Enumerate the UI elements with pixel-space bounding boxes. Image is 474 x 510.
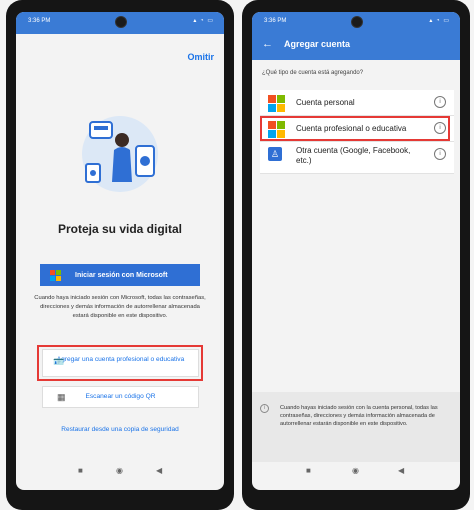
info-footer: i Cuando hayas iniciado sesión con la cu… (252, 392, 460, 462)
status-time: 3:36 PM (28, 18, 51, 24)
nav-bar: ■ ◉ ◀ (16, 466, 224, 482)
footer-text: Cuando hayas iniciado sesión con la cuen… (280, 405, 438, 427)
account-label: Cuenta personal (296, 98, 355, 107)
highlight-box (260, 116, 450, 141)
home-icon[interactable]: ◉ (116, 466, 123, 475)
info-icon[interactable]: i (434, 148, 446, 160)
camera-icon (351, 16, 363, 28)
qr-code-icon: ▦ (57, 392, 66, 402)
recents-icon[interactable]: ■ (78, 466, 83, 475)
phone-left: 3:36 PM ▴ ◔ ▭ Omitir Proteja su vida dig… (6, 0, 234, 510)
camera-icon (115, 16, 127, 28)
status-time: 3:36 PM (264, 18, 287, 24)
back-icon[interactable]: ◀ (398, 466, 404, 475)
status-bar: 3:36 PM ▴ ◔ ▭ (252, 12, 460, 34)
back-arrow-icon[interactable]: ← (262, 38, 273, 50)
app-bar: 3:36 PM ▴ ◔ ▭ ← Agregar cuenta (252, 12, 460, 60)
person-icon: ♙ (268, 147, 282, 161)
account-option-personal[interactable]: Cuenta personal i (260, 90, 454, 116)
phone-right: 3:36 PM ▴ ◔ ▭ ← Agregar cuenta ¿Qué tipo… (242, 0, 470, 510)
signin-microsoft-button[interactable]: Iniciar sesión con Microsoft (40, 264, 200, 286)
scan-qr-label: Escanear un código QR (85, 393, 156, 400)
account-label: Otra cuenta (Google, Facebook, etc.) (296, 146, 411, 165)
status-bar: 3:36 PM ▴ ◔ ▭ (16, 12, 224, 34)
signin-label: Iniciar sesión con Microsoft (75, 271, 168, 279)
highlight-box (37, 345, 203, 381)
nav-bar: ■ ◉ ◀ (252, 466, 460, 482)
info-icon: i (260, 404, 269, 413)
right-screen: 3:36 PM ▴ ◔ ▭ ← Agregar cuenta ¿Qué tipo… (252, 12, 460, 490)
status-icons: ▴ ◔ ▭ (429, 18, 450, 24)
home-icon[interactable]: ◉ (352, 466, 359, 475)
page-title: Agregar cuenta (284, 39, 351, 49)
illustration-icon (82, 116, 158, 192)
account-option-other[interactable]: ♙ Otra cuenta (Google, Facebook, etc.) i (260, 142, 454, 174)
question-text: ¿Qué tipo de cuenta está agregando? (262, 70, 364, 76)
page-title: Proteja su vida digital (57, 222, 183, 236)
info-icon[interactable]: i (434, 96, 446, 108)
status-icons: ▴ ◔ ▭ (193, 18, 214, 24)
restore-link[interactable]: Restaurar desde una copia de seguridad (16, 426, 224, 433)
description-text: Cuando haya iniciado sesión con Microsof… (34, 295, 206, 319)
left-screen: 3:36 PM ▴ ◔ ▭ Omitir Proteja su vida dig… (16, 12, 224, 490)
recents-icon[interactable]: ■ (306, 466, 311, 475)
microsoft-logo-icon (268, 95, 285, 112)
back-icon[interactable]: ◀ (156, 466, 162, 475)
skip-link[interactable]: Omitir (187, 52, 214, 62)
microsoft-logo-icon (50, 269, 61, 281)
scan-qr-button[interactable]: ▦ Escanear un código QR (42, 386, 199, 408)
